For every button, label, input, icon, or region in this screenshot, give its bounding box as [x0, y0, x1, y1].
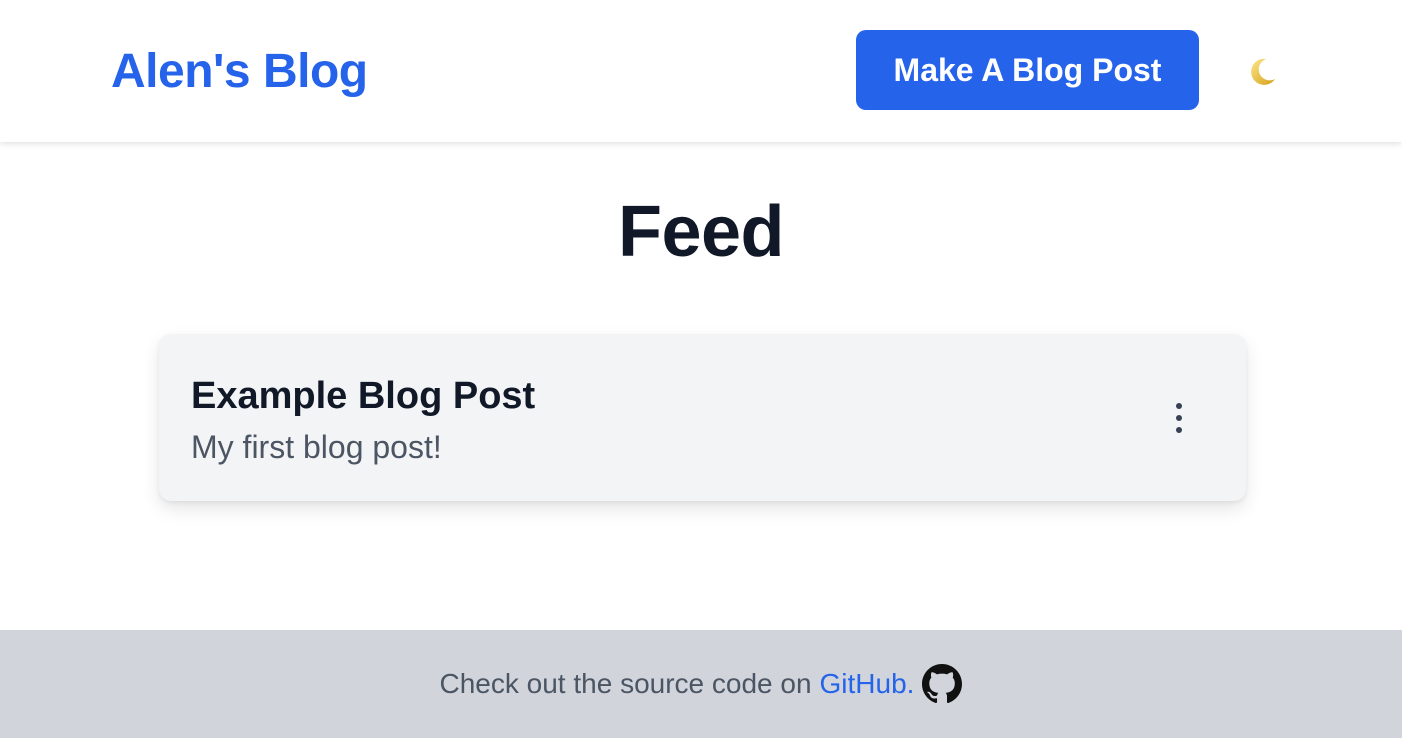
make-blog-post-button[interactable]: Make A Blog Post	[856, 30, 1199, 110]
site-footer: Check out the source code on GitHub.	[0, 630, 1402, 738]
post-options-button[interactable]	[1163, 396, 1195, 440]
page: Alen's Blog Make A Blog Post Feed Exampl…	[0, 0, 1402, 738]
post-title: Example Blog Post	[191, 375, 536, 417]
more-vertical-icon	[1176, 403, 1182, 409]
theme-toggle-button[interactable]	[1242, 52, 1282, 92]
site-brand-link[interactable]: Alen's Blog	[111, 44, 368, 100]
github-mark-icon	[922, 664, 963, 704]
github-icon[interactable]	[922, 664, 963, 704]
page-title: Feed	[617, 192, 785, 272]
github-link[interactable]: GitHub.	[820, 667, 915, 701]
moon-icon	[1251, 58, 1275, 85]
blog-post-card[interactable]: Example Blog Post My first blog post!	[159, 334, 1246, 501]
post-excerpt: My first blog post!	[191, 429, 442, 465]
footer-text: Check out the source code on	[439, 668, 812, 699]
site-header: Alen's Blog Make A Blog Post	[0, 0, 1402, 142]
